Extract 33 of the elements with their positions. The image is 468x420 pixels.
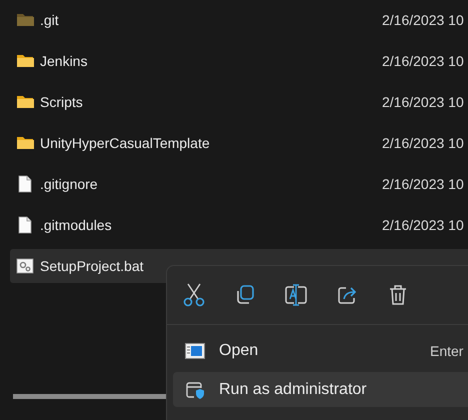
file-row[interactable]: UnityHyperCasualTemplate 2/16/2023 10 (10, 126, 468, 160)
delete-icon (388, 284, 408, 306)
menu-item[interactable]: Run as administrator (173, 372, 468, 407)
cut-icon (182, 282, 206, 308)
window-icon (185, 342, 205, 358)
file-row[interactable]: Jenkins 2/16/2023 10 (10, 44, 468, 78)
file-row[interactable]: .gitignore 2/16/2023 10 (10, 167, 468, 201)
modified-date: 2/16/2023 10 (382, 53, 464, 69)
file-name: UnityHyperCasualTemplate (40, 135, 210, 151)
file-name: Scripts (40, 94, 83, 110)
modified-date: 2/16/2023 10 (382, 217, 464, 233)
file-row[interactable]: Scripts 2/16/2023 10 (10, 85, 468, 119)
shield-window-icon (185, 380, 205, 400)
file-name: .gitmodules (40, 217, 112, 233)
shortcut-text: Enter (430, 342, 464, 358)
menu-item[interactable]: Open Enter (173, 333, 468, 368)
modified-date: 2/16/2023 10 (382, 12, 464, 28)
file-name: Jenkins (40, 53, 88, 69)
file-row[interactable]: .gitmodules 2/16/2023 10 (10, 208, 468, 242)
file-name: SetupProject.bat (40, 258, 144, 274)
file-row[interactable]: .git 2/16/2023 10 (10, 3, 468, 37)
modified-date: 2/16/2023 10 (382, 94, 464, 110)
file-name: .git (40, 12, 59, 28)
gears-file-icon (16, 257, 34, 275)
copy-icon (234, 284, 256, 306)
modified-date: 2/16/2023 10 (382, 135, 464, 151)
cut-button[interactable] (181, 282, 207, 308)
rename-icon (284, 284, 308, 306)
file-name: .gitignore (40, 176, 98, 192)
file-icon (16, 175, 34, 193)
rename-button[interactable] (283, 282, 309, 308)
file-icon (16, 216, 34, 234)
modified-date: 2/16/2023 10 (382, 176, 464, 192)
